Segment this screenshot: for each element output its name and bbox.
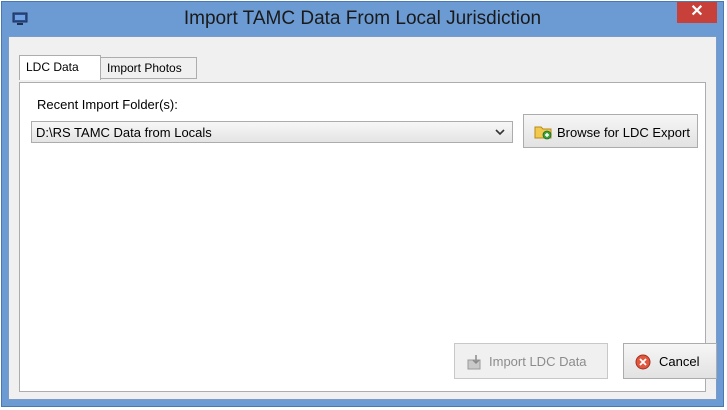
title-bar[interactable]: Import TAMC Data From Local Jurisdiction… <box>2 2 723 36</box>
recent-folder-label: Recent Import Folder(s): <box>37 97 178 112</box>
recent-folder-dropdown[interactable]: D:\RS TAMC Data from Locals <box>31 121 513 143</box>
cancel-button-label: Cancel <box>659 354 700 369</box>
dialog-window: Import TAMC Data From Local Jurisdiction… <box>1 1 724 407</box>
cancel-button[interactable]: Cancel <box>623 343 717 379</box>
import-icon <box>467 355 481 370</box>
tab-ldc-data[interactable]: LDC Data <box>19 55 101 80</box>
browse-ldc-export-button[interactable]: Browse for LDC Export <box>523 114 698 148</box>
recent-folder-value: D:\RS TAMC Data from Locals <box>36 125 212 140</box>
close-button[interactable]: ✕ <box>677 2 717 23</box>
import-ldc-data-button[interactable]: Import LDC Data <box>454 343 608 379</box>
chevron-down-icon <box>495 129 505 136</box>
ldc-data-panel: Recent Import Folder(s): D:\RS TAMC Data… <box>19 82 717 392</box>
cancel-icon <box>635 354 651 370</box>
dialog-body: LDC Data Import Photos Recent Import Fol… <box>8 36 717 400</box>
window-title: Import TAMC Data From Local Jurisdiction <box>183 8 542 29</box>
browse-button-label: Browse for LDC Export <box>557 125 690 140</box>
tab-import-photos[interactable]: Import Photos <box>101 57 197 79</box>
folder-add-icon <box>534 126 552 140</box>
import-button-label: Import LDC Data <box>489 354 587 369</box>
